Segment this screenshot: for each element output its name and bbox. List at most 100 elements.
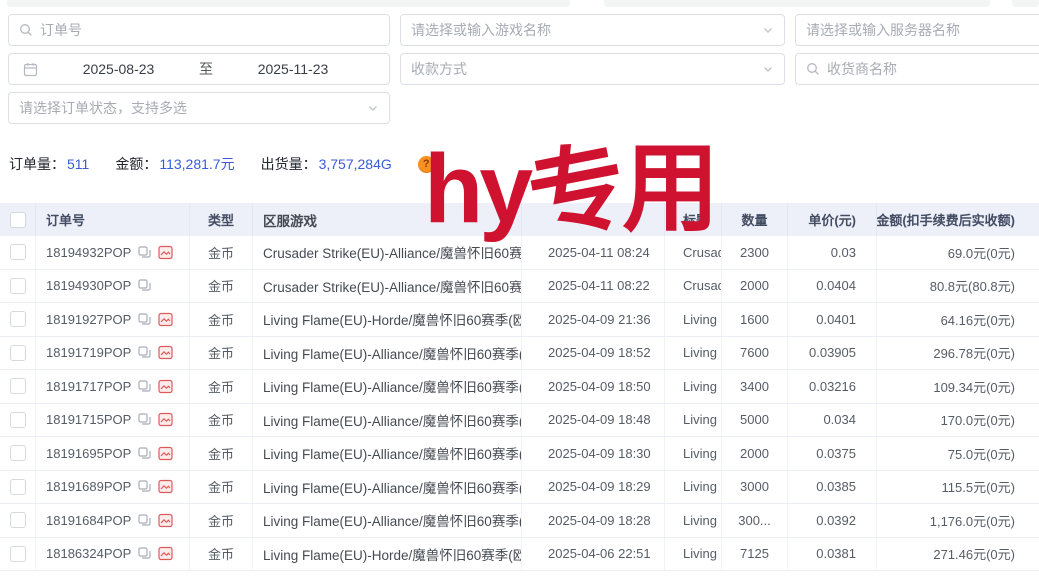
row-checkbox[interactable] [10,412,26,428]
header-qty[interactable]: 数量 [722,203,788,236]
calendar-icon [23,62,38,77]
copy-icon[interactable] [138,413,151,426]
payment-method-select[interactable]: 收款方式 [400,53,785,85]
title-cell: Living Fl [665,504,722,537]
table-row[interactable]: 18191719POP 金币 Living Flame(EU)-Alliance… [0,337,1039,371]
price-cell: 0.0385 [788,471,877,504]
image-icon[interactable] [158,379,173,394]
row-checkbox[interactable] [10,512,26,528]
game-cell: Living Flame(EU)-Alliance/魔兽怀旧60赛季( [253,437,522,470]
time-cell: 2025-04-11 08:22 [522,270,665,303]
image-icon[interactable] [158,546,173,561]
price-cell: 0.034 [788,404,877,437]
date-end-value[interactable]: 2025-11-23 [258,61,329,77]
image-icon[interactable] [158,345,173,360]
image-icon[interactable] [158,479,173,494]
row-checkbox[interactable] [10,278,26,294]
copy-icon[interactable] [138,480,151,493]
row-checkbox[interactable] [10,244,26,260]
row-checkbox-cell [0,404,36,437]
header-type[interactable]: 类型 [190,203,253,236]
row-checkbox[interactable] [10,378,26,394]
header-amount[interactable]: 金额(扣手续费后实收额) [877,203,1039,236]
server-name-select[interactable]: 请选择或输入服务器名称 [795,14,1039,46]
row-checkbox-cell [0,370,36,403]
title-cell: Living Fl [665,370,722,403]
game-name-select[interactable]: 请选择或输入游戏名称 [400,14,785,46]
row-checkbox[interactable] [10,546,26,562]
order-no-cell: 18191684POP [36,504,190,537]
order-no-text: 18191684POP [46,513,131,528]
image-icon[interactable] [158,513,173,528]
order-no-cell: 18191715POP [36,404,190,437]
select-all-checkbox[interactable] [10,212,26,228]
game-cell: Living Flame(EU)-Alliance/魔兽怀旧60赛季( [253,504,522,537]
amount-cell: 170.0元(0元) [877,404,1039,437]
copy-icon[interactable] [138,279,151,292]
table-row[interactable]: 18191684POP 金币 Living Flame(EU)-Alliance… [0,504,1039,538]
title-cell: Living Fl [665,303,722,336]
header-order-no[interactable]: 订单号 [36,203,190,236]
copy-icon[interactable] [138,547,151,560]
amount-cell: 69.0元(0元) [877,236,1039,269]
header-price[interactable]: 单价(元) [788,203,877,236]
row-checkbox-cell [0,303,36,336]
game-cell: Living Flame(EU)-Alliance/魔兽怀旧60赛季( [253,404,522,437]
order-number-input[interactable]: 订单号 [8,14,390,46]
amount-stat: 金额：113,281.7元 [115,154,234,174]
image-icon[interactable] [158,245,173,260]
order-number-placeholder: 订单号 [40,20,82,40]
qty-cell: 7125 [722,538,788,571]
table-row[interactable]: 18191695POP 金币 Living Flame(EU)-Alliance… [0,437,1039,471]
title-cell: Living Fl [665,538,722,571]
type-cell: 金币 [190,471,253,504]
table-row[interactable]: 18191715POP 金币 Living Flame(EU)-Alliance… [0,404,1039,438]
table-row[interactable]: 18191717POP 金币 Living Flame(EU)-Alliance… [0,370,1039,404]
time-cell: 2025-04-09 18:29 [522,471,665,504]
copy-icon[interactable] [138,246,151,259]
qty-cell: 2000 [722,270,788,303]
row-checkbox[interactable] [10,479,26,495]
shipment-label: 出货量： [261,154,317,174]
row-checkbox-cell [0,504,36,537]
table-row[interactable]: 18186324POP 金币 Living Flame(EU)-Horde/魔兽… [0,538,1039,572]
watermark-cjk-2: 用 [622,140,715,237]
image-icon[interactable] [158,312,173,327]
game-cell: Living Flame(EU)-Alliance/魔兽怀旧60赛季( [253,337,522,370]
time-cell: 2025-04-09 18:30 [522,437,665,470]
copy-icon[interactable] [138,447,151,460]
table-row[interactable]: 18194930POP 金币 Crusader Strike(EU)-Allia… [0,270,1039,304]
copy-icon[interactable] [138,514,151,527]
copy-icon[interactable] [138,346,151,359]
date-start-value[interactable]: 2025-08-23 [83,61,155,77]
copy-icon[interactable] [138,313,151,326]
row-checkbox[interactable] [10,311,26,327]
order-count-stat: 订单量：511 [9,154,89,174]
game-cell: Living Flame(EU)-Horde/魔兽怀旧60赛季(欧 [253,538,522,571]
image-icon[interactable] [158,412,173,427]
copy-icon[interactable] [138,380,151,393]
order-no-cell: 18191717POP [36,370,190,403]
top-cropped-strip [604,0,990,7]
table-row[interactable]: 18191927POP 金币 Living Flame(EU)-Horde/魔兽… [0,303,1039,337]
shipment-stat: 出货量：3,757,284G [261,154,392,174]
top-cropped-strip [7,0,570,7]
table-row[interactable]: 18191689POP 金币 Living Flame(EU)-Alliance… [0,471,1039,505]
order-status-select[interactable]: 请选择订单状态，支持多选 [8,92,390,124]
row-checkbox[interactable] [10,445,26,461]
chevron-down-icon [762,24,774,36]
watermark-cjk-1: 专 [522,136,632,249]
type-cell: 金币 [190,236,253,269]
time-cell: 2025-04-09 18:28 [522,504,665,537]
title-cell: Living Fl [665,337,722,370]
merchant-name-input[interactable]: 收货商名称 [795,53,1039,85]
row-checkbox[interactable] [10,345,26,361]
price-cell: 0.03 [788,236,877,269]
type-cell: 金币 [190,538,253,571]
qty-cell: 1600 [722,303,788,336]
order-no-cell: 18194932POP [36,236,190,269]
summary-stats: 订单量：511 金额：113,281.7元 出货量：3,757,284G ? [9,154,435,174]
price-cell: 0.0381 [788,538,877,571]
image-icon[interactable] [158,446,173,461]
date-range-picker[interactable]: 2025-08-23 至 2025-11-23 [8,53,390,85]
